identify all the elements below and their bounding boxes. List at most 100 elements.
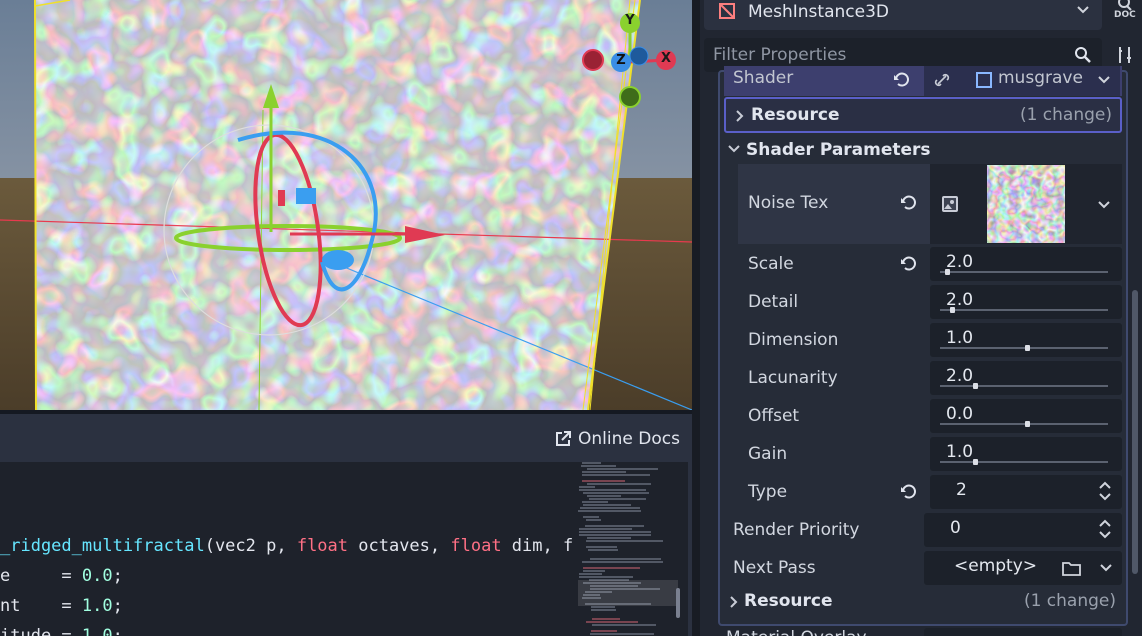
minimap-line [587,483,651,485]
chevron-down-icon [1098,201,1110,209]
slider-grabber[interactable] [973,459,979,465]
slider-track[interactable] [940,309,1108,311]
code-number: 0.0 [81,566,113,586]
code-minimap[interactable] [578,462,678,636]
code-keyword: float [296,536,349,556]
search-icon [1075,47,1091,63]
revert-icon[interactable] [892,71,910,89]
slider-grabber[interactable] [944,269,950,275]
spin-arrows-icon[interactable] [1098,479,1112,503]
chevron-down-icon [1100,564,1112,572]
slider-grabber[interactable] [949,307,955,313]
minimap-line [591,624,656,626]
slider-track[interactable] [940,347,1108,349]
slider-grabber[interactable] [1025,345,1031,351]
minimap-viewport[interactable] [578,580,678,606]
param-value: 2.0 [946,252,974,272]
code-scrollbar[interactable] [676,588,680,618]
minimap-line [578,486,595,488]
minimap-line [579,489,646,491]
node-selector[interactable]: MeshInstance3D [704,0,1102,30]
param-slider[interactable]: 0.0 [930,399,1122,433]
param-value: 1.0 [946,442,974,462]
online-docs-button[interactable]: Online Docs [554,428,680,450]
minimap-line [580,507,641,509]
param-label: Lacunarity [748,368,838,388]
param-value: 0.0 [946,404,974,424]
param-label: Scale [748,254,794,274]
3d-viewport[interactable]: Y X Z [0,0,692,410]
slider-grabber[interactable] [973,383,979,389]
minimap-line [579,534,651,536]
chevron-right-icon [736,110,744,122]
render-priority-spinbox[interactable]: 0 [924,513,1122,547]
param-label: Detail [748,292,799,312]
code-keyword: float [450,536,502,556]
inspector-scrollbar[interactable] [1132,290,1138,574]
revert-icon[interactable] [899,483,917,501]
minimap-line [586,519,601,521]
shader-name: musgrave [998,68,1083,88]
noise-texture-picker[interactable] [930,164,1122,244]
minimap-line [589,558,661,560]
slider-grabber[interactable] [1025,421,1031,427]
param-slider[interactable]: 2.0 [930,285,1122,319]
minimap-line [591,606,616,608]
code-text: dim, f [501,536,574,556]
axis-gizmo[interactable]: Y X Z [578,10,684,114]
shader-parameters-header[interactable]: Shader Parameters [724,136,1122,164]
param-label: Gain [748,444,788,464]
revert-icon[interactable] [899,255,917,273]
material-overlay-row: Material Overlay [712,626,1122,636]
minimap-line [583,492,649,494]
minimap-line [582,570,606,572]
resource-section-bottom[interactable]: Resource (1 change) [724,588,1122,616]
next-pass-picker[interactable]: <empty> [924,551,1122,585]
slider-track[interactable] [940,271,1108,273]
doc-button[interactable]: DOC [1112,0,1140,26]
code-editor[interactable]: _ridged_multifractal(vec2 p, float octav… [0,462,688,636]
code-text: (vec2 p, [204,536,297,556]
param-value: 2.0 [946,366,974,386]
link-icon [934,73,950,87]
param-slider[interactable]: 1.0 [930,437,1122,471]
load-folder-icon[interactable] [1062,559,1082,577]
shader-row: Shader musgrave [724,66,1122,96]
revert-icon[interactable] [899,194,917,212]
param-row-dimension: Dimension 1.0 [738,322,1122,358]
chevron-down-icon [1077,6,1089,14]
slider-track[interactable] [940,461,1108,463]
type-row: Type 2 [738,474,1122,510]
code-text: nt = [0,596,82,616]
resource-label: Resource [751,105,840,125]
gizmo-x-label: X [660,51,672,66]
code-line: _ridged_multifractal(vec2 p, float octav… [0,536,573,556]
slider-track[interactable] [940,423,1108,425]
material-overlay-label: Material Overlay [726,628,867,636]
chevron-down-icon [1098,76,1110,84]
shader-label: Shader [733,68,794,88]
resource-label: Resource [744,591,833,611]
minimap-line [580,465,616,467]
slider-track[interactable] [940,385,1108,387]
spin-arrows-icon[interactable] [1098,517,1112,541]
tools-icon[interactable] [1115,45,1135,65]
type-label: Type [748,482,788,502]
render-priority-label: Render Priority [733,520,860,540]
resource-section-top[interactable]: Resource (1 change) [724,97,1122,133]
shader-resource-picker[interactable]: musgrave [924,66,1120,96]
material-overlay-picker[interactable] [924,628,1122,636]
gizmo-z-label: Z [616,53,626,68]
code-text: itude = [0,626,82,636]
minimap-line [591,630,617,632]
param-row-offset: Offset 0.0 [738,398,1122,434]
code-number: 1.0 [81,626,113,636]
param-slider[interactable]: 2.0 [930,247,1122,281]
doc-label: DOC [1114,10,1136,20]
minimap-line [584,525,645,527]
param-slider[interactable]: 1.0 [930,323,1122,357]
param-slider[interactable]: 2.0 [930,361,1122,395]
type-spinbox[interactable]: 2 [930,475,1122,509]
code-line: itude = 1.0; [0,626,123,636]
dock-splitter[interactable] [692,0,700,636]
